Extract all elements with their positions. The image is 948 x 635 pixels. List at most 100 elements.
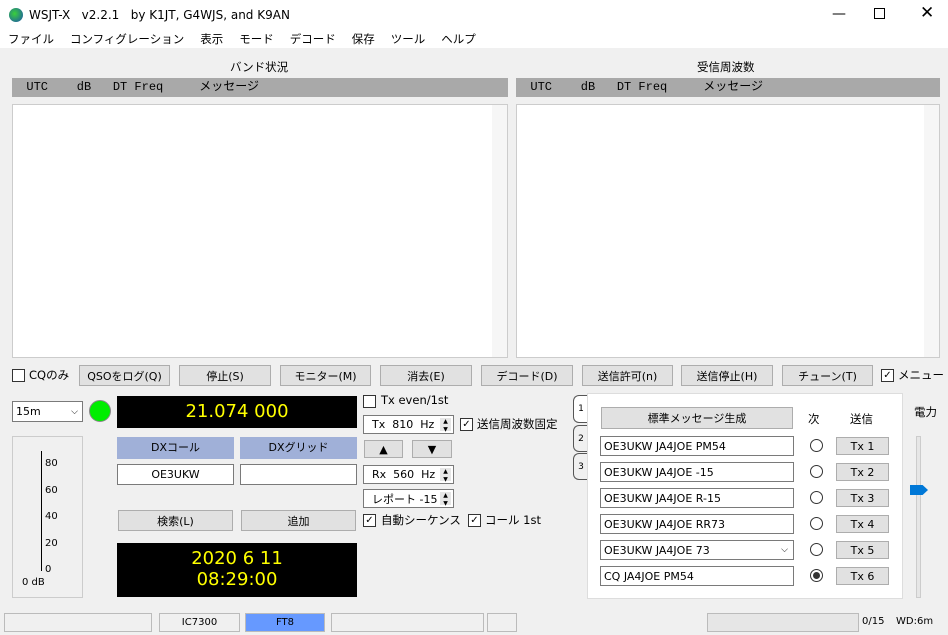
hold-tx-freq-checkbox[interactable]: ✓ bbox=[460, 418, 473, 431]
menu-view[interactable]: 表示 bbox=[192, 30, 231, 48]
meter-tick: 60 bbox=[45, 485, 58, 496]
tx1-message-input[interactable]: OE3UKW JA4JOE PM54 bbox=[600, 436, 794, 456]
chevron-down-icon: ⌵ bbox=[781, 545, 788, 555]
halt-tx-button[interactable]: 送信停止(H) bbox=[681, 365, 773, 386]
meter-label: 0 dB bbox=[22, 577, 45, 588]
scrollbar[interactable] bbox=[492, 105, 507, 357]
tx-progress-bar bbox=[707, 613, 859, 632]
rx-frequency-title: 受信周波数 bbox=[697, 60, 755, 74]
dx-grid-input[interactable] bbox=[240, 464, 357, 485]
next-column-label: 次 bbox=[808, 412, 820, 426]
meter-tick: 0 bbox=[45, 564, 52, 575]
tx2-button[interactable]: Tx 2 bbox=[836, 463, 889, 481]
tx-frequency-value: Tx 810 Hz bbox=[372, 418, 435, 431]
next-radio[interactable] bbox=[810, 439, 823, 452]
tx-even-label: Tx even/1st bbox=[381, 393, 449, 407]
tx5-message-input[interactable]: OE3UKW JA4JOE 73 ⌵ bbox=[600, 540, 794, 560]
menu-bar: ファイル コンフィグレーション 表示 モード デコード 保存 ツール ヘルプ bbox=[0, 30, 948, 48]
menu-tools[interactable]: ツール bbox=[383, 30, 434, 48]
generate-messages-button[interactable]: 標準メッセージ生成 bbox=[601, 407, 793, 429]
tune-button[interactable]: チューン(T) bbox=[782, 365, 873, 386]
tx3-button[interactable]: Tx 3 bbox=[836, 489, 889, 507]
rx-frequency-pane[interactable] bbox=[516, 104, 940, 358]
auto-seq-checkbox[interactable]: ✓ bbox=[363, 514, 376, 527]
tx-even-checkbox[interactable] bbox=[363, 395, 376, 408]
power-slider[interactable] bbox=[916, 436, 921, 598]
message-text: OE3UKW JA4JOE RR73 bbox=[604, 517, 726, 531]
meter-tick: 20 bbox=[45, 538, 58, 549]
next-radio[interactable] bbox=[810, 517, 823, 530]
status-segment bbox=[331, 613, 484, 632]
spin-arrows-icon[interactable]: ▲ ▼ bbox=[440, 468, 451, 483]
down-button[interactable]: ▼ bbox=[412, 440, 452, 458]
status-segment bbox=[487, 613, 517, 632]
dx-grid-label: DXグリッド bbox=[240, 437, 357, 459]
report-spinbox[interactable]: レポート -15 ▲ ▼ bbox=[363, 489, 454, 508]
close-button[interactable]: ✕ bbox=[920, 3, 934, 23]
minimize-button[interactable]: — bbox=[832, 6, 846, 22]
clock-time: 08:29:00 bbox=[196, 569, 278, 590]
power-slider-thumb[interactable] bbox=[910, 485, 928, 495]
next-radio[interactable] bbox=[810, 569, 823, 582]
tab-1[interactable]: 1 bbox=[573, 395, 588, 423]
call-1st-label: コール 1st bbox=[485, 513, 541, 527]
menus-checkbox[interactable]: ✓ bbox=[881, 369, 894, 382]
add-button[interactable]: 追加 bbox=[241, 510, 356, 531]
monitor-button[interactable]: モニター(M) bbox=[280, 365, 371, 386]
up-button[interactable]: ▲ bbox=[364, 440, 403, 458]
tab-2[interactable]: 2 bbox=[573, 425, 588, 452]
report-value: レポート -15 bbox=[372, 492, 438, 506]
next-radio[interactable] bbox=[810, 543, 823, 556]
lookup-button[interactable]: 検索(L) bbox=[118, 510, 233, 531]
tx4-message-input[interactable]: OE3UKW JA4JOE RR73 bbox=[600, 514, 794, 534]
menu-config[interactable]: コンフィグレーション bbox=[62, 30, 192, 48]
menu-save[interactable]: 保存 bbox=[344, 30, 383, 48]
window-title: WSJT-X v2.2.1 by K1JT, G4WJS, and K9AN bbox=[29, 8, 290, 22]
power-label: 電力 bbox=[914, 405, 937, 419]
menu-help[interactable]: ヘルプ bbox=[433, 30, 484, 48]
message-text: CQ JA4JOE PM54 bbox=[604, 569, 694, 583]
meter-tick: 80 bbox=[45, 458, 58, 469]
tx3-message-input[interactable]: OE3UKW JA4JOE R-15 bbox=[600, 488, 794, 508]
cq-only-checkbox[interactable] bbox=[12, 369, 25, 382]
tx5-button[interactable]: Tx 5 bbox=[836, 541, 889, 559]
tx6-button[interactable]: Tx 6 bbox=[836, 567, 889, 585]
auto-seq-label: 自動シーケンス bbox=[381, 513, 461, 527]
rx-frequency-value: Rx 560 Hz bbox=[372, 468, 436, 481]
watchdog-status: WD:6m bbox=[896, 616, 934, 627]
band-select[interactable]: 15m ⌵ bbox=[12, 401, 83, 422]
rx-frequency-spinbox[interactable]: Rx 560 Hz ▲ ▼ bbox=[363, 465, 454, 484]
tab-3[interactable]: 3 bbox=[573, 453, 588, 480]
hold-tx-freq-label: 送信周波数固定 bbox=[477, 417, 558, 431]
dx-call-input[interactable]: OE3UKW bbox=[117, 464, 234, 485]
tx6-message-input[interactable]: CQ JA4JOE PM54 bbox=[600, 566, 794, 586]
clock-date: 2020 6 11 bbox=[191, 548, 283, 569]
erase-button[interactable]: 消去(E) bbox=[380, 365, 472, 386]
title-bar: WSJT-X v2.2.1 by K1JT, G4WJS, and K9AN —… bbox=[0, 0, 948, 30]
frequency-display: 21.074 000 bbox=[117, 396, 357, 428]
spin-arrows-icon[interactable]: ▲ ▼ bbox=[440, 418, 451, 433]
menu-mode[interactable]: モード bbox=[231, 30, 282, 48]
app-globe-icon bbox=[9, 8, 23, 22]
maximize-button[interactable] bbox=[874, 8, 885, 19]
enable-tx-button[interactable]: 送信許可(n) bbox=[582, 365, 673, 386]
tx4-button[interactable]: Tx 4 bbox=[836, 515, 889, 533]
band-activity-pane[interactable] bbox=[12, 104, 508, 358]
menu-decode[interactable]: デコード bbox=[282, 30, 344, 48]
tx-frequency-spinbox[interactable]: Tx 810 Hz ▲ ▼ bbox=[363, 415, 454, 434]
progress-count: 0/15 bbox=[862, 616, 885, 627]
call-1st-checkbox[interactable]: ✓ bbox=[468, 514, 481, 527]
tx2-message-input[interactable]: OE3UKW JA4JOE -15 bbox=[600, 462, 794, 482]
stop-button[interactable]: 停止(S) bbox=[179, 365, 271, 386]
menu-file[interactable]: ファイル bbox=[0, 30, 62, 48]
next-radio[interactable] bbox=[810, 465, 823, 478]
decode-button[interactable]: デコード(D) bbox=[481, 365, 573, 386]
dx-call-label: DXコール bbox=[117, 437, 234, 459]
scrollbar[interactable] bbox=[924, 105, 939, 357]
spin-arrows-icon[interactable]: ▲ ▼ bbox=[440, 492, 451, 507]
tx1-button[interactable]: Tx 1 bbox=[836, 437, 889, 455]
chevron-down-icon: ⌵ bbox=[71, 406, 78, 417]
log-qso-button[interactable]: QSOをログ(Q) bbox=[79, 365, 170, 386]
messages-panel: 標準メッセージ生成 次 送信 OE3UKW JA4JOE PM54 Tx 1 OE… bbox=[587, 393, 903, 599]
next-radio[interactable] bbox=[810, 491, 823, 504]
